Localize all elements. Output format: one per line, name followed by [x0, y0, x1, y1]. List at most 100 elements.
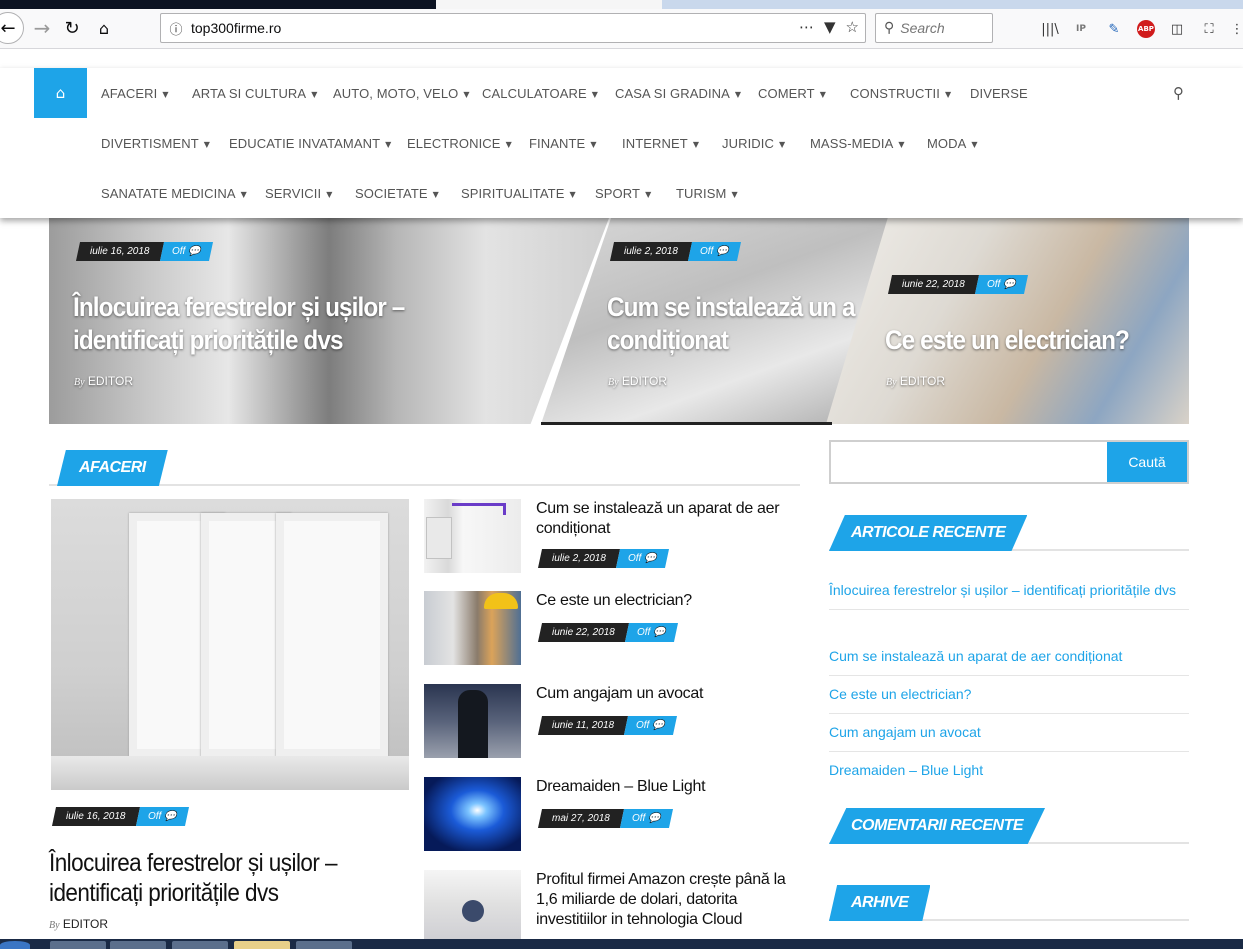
nav-item[interactable]: SPIRITUALITATE ▼: [461, 186, 576, 201]
featured-title[interactable]: Înlocuirea ferestrelor și ușilor – identi…: [49, 848, 338, 908]
taskbar-app[interactable]: [50, 941, 106, 949]
hero-title[interactable]: Cum se instalează un a condiționat: [607, 291, 859, 357]
comments-badge[interactable]: Off 💬: [624, 716, 677, 735]
sidebar-toggle-icon[interactable]: ◫: [1166, 18, 1188, 40]
nav-item[interactable]: AUTO, MOTO, VELO ▼: [333, 86, 470, 101]
section-header: AFACERI: [49, 450, 800, 486]
byline: By EDITOR: [49, 917, 109, 931]
hero-slide-3[interactable]: [826, 218, 1189, 424]
sidebar-search-input[interactable]: [831, 442, 1107, 482]
search-bar[interactable]: ⚲: [875, 13, 993, 43]
author[interactable]: EDITOR: [88, 374, 133, 388]
nav-item[interactable]: DIVERTISMENT ▼: [101, 136, 210, 151]
nav-item[interactable]: CONSTRUCTII ▼: [850, 86, 951, 101]
recent-post-link[interactable]: Ce este un electrician?: [829, 680, 1189, 714]
thumbnail[interactable]: [424, 777, 521, 851]
start-button[interactable]: [0, 941, 30, 949]
inactive-tab[interactable]: [662, 0, 1243, 9]
comments-badge[interactable]: Off 💬: [135, 807, 189, 826]
ip-addon-icon[interactable]: IP: [1070, 18, 1092, 40]
post-title[interactable]: Cum angajam un avocat: [536, 684, 796, 704]
addon-icon[interactable]: ✎: [1103, 18, 1125, 40]
author[interactable]: EDITOR: [900, 374, 945, 388]
nav-item[interactable]: COMERT ▼: [758, 86, 826, 101]
recent-post-link[interactable]: Dreamaiden – Blue Light: [829, 756, 1189, 789]
nav-item[interactable]: CASA SI GRADINA ▼: [615, 86, 741, 101]
url-bar[interactable]: ⓘ top300firme.ro ⋯ ▼ ☆: [160, 13, 866, 43]
forward-icon[interactable]: →: [28, 13, 56, 43]
nav-item[interactable]: INTERNET ▼: [622, 136, 699, 151]
nav-item[interactable]: ARTA SI CULTURA ▼: [192, 86, 317, 101]
taskbar-app[interactable]: [296, 941, 352, 949]
author[interactable]: EDITOR: [622, 374, 667, 388]
list-item: Cum angajam un avocat iunie 11, 2018 Off…: [424, 684, 804, 764]
nav-item[interactable]: SANATATE MEDICINA ▼: [101, 186, 247, 201]
comments-badge[interactable]: Off 💬: [619, 809, 673, 828]
home-icon[interactable]: ⌂: [90, 13, 118, 43]
thumbnail[interactable]: [424, 870, 521, 939]
hero-title[interactable]: Ce este un electrician?: [885, 324, 1155, 357]
nav-item[interactable]: MASS-MEDIA ▼: [810, 136, 905, 151]
nav-item[interactable]: FINANTE ▼: [529, 136, 597, 151]
comments-badge[interactable]: Off 💬: [624, 623, 678, 642]
page-actions-icon[interactable]: ⋯: [799, 18, 814, 36]
active-tab[interactable]: [436, 0, 662, 9]
post-title[interactable]: Dreamaiden – Blue Light: [536, 777, 796, 797]
nav-item[interactable]: SERVICII ▼: [265, 186, 332, 201]
post-date: iunie 22, 2018: [887, 275, 979, 294]
nav-item[interactable]: DIVERSE: [970, 86, 1028, 101]
recent-post-link[interactable]: Cum se instalează un aparat de aer condi…: [829, 642, 1189, 676]
home-nav-button[interactable]: ⌂: [34, 68, 87, 118]
comments-badge[interactable]: Off 💬: [687, 242, 741, 261]
taskbar-app[interactable]: [172, 941, 228, 949]
nav-item[interactable]: TURISM ▼: [676, 186, 738, 201]
section-title[interactable]: AFACERI: [57, 450, 168, 486]
thumbnail[interactable]: [424, 591, 521, 665]
post-title[interactable]: Profitul firmei Amazon crește până la 1,…: [536, 870, 796, 930]
menu-icon[interactable]: ⋮: [1226, 18, 1243, 40]
comments-badge[interactable]: Off 💬: [615, 549, 669, 568]
crop-icon[interactable]: ⛶: [1198, 18, 1220, 40]
library-icon[interactable]: |||\: [1039, 18, 1061, 40]
post-date: iulie 16, 2018: [75, 242, 164, 261]
taskbar-app[interactable]: [234, 941, 290, 949]
nav-item[interactable]: JURIDIC ▼: [722, 136, 785, 151]
pocket-icon[interactable]: ▼: [824, 18, 836, 36]
section-rule: [49, 484, 800, 486]
post-title[interactable]: Cum se instalează un aparat de aer condi…: [536, 499, 796, 539]
site-search-icon[interactable]: ⚲: [1173, 84, 1184, 102]
nav-item[interactable]: MODA ▼: [927, 136, 978, 151]
site-info-icon[interactable]: ⓘ: [161, 19, 191, 38]
post-title[interactable]: Ce este un electrician?: [536, 591, 796, 611]
reload-icon[interactable]: ↻: [58, 13, 86, 43]
caret-down-icon: ▼: [944, 90, 952, 100]
back-icon[interactable]: ←: [0, 12, 24, 44]
nav-item[interactable]: CALCULATOARE ▼: [482, 86, 598, 101]
recent-post-link[interactable]: Înlocuirea ferestrelor și ușilor – ident…: [829, 576, 1189, 610]
nav-label: MODA: [927, 136, 967, 151]
slide-indicator: [541, 422, 832, 425]
thumbnail[interactable]: [424, 684, 521, 758]
post-meta: iunie 22, 2018 Off 💬: [887, 275, 1028, 294]
nav-item[interactable]: ELECTRONICE ▼: [407, 136, 512, 151]
byline: By EDITOR: [608, 374, 668, 388]
recent-post-link[interactable]: Cum angajam un avocat: [829, 718, 1189, 752]
thumbnail[interactable]: [424, 499, 521, 573]
comments-badge[interactable]: Off 💬: [974, 275, 1028, 294]
search-input[interactable]: [900, 20, 981, 36]
nav-item[interactable]: SPORT ▼: [595, 186, 651, 201]
taskbar-app[interactable]: [110, 941, 166, 949]
widget-header: COMENTARII RECENTE: [829, 808, 1189, 844]
bookmark-star-icon[interactable]: ☆: [846, 18, 859, 36]
adblock-icon[interactable]: ABP: [1137, 20, 1155, 38]
nav-item[interactable]: SOCIETATE ▼: [355, 186, 439, 201]
author[interactable]: EDITOR: [63, 917, 108, 931]
nav-item[interactable]: AFACERI ▼: [101, 86, 169, 101]
featured-image[interactable]: [51, 499, 409, 790]
hero-title[interactable]: Înlocuirea ferestrelor și ușilor – identi…: [73, 291, 541, 357]
sidebar-search-button[interactable]: Caută: [1107, 442, 1187, 482]
nav-item[interactable]: EDUCATIE INVATAMANT ▼: [229, 136, 391, 151]
ac-pipe: [452, 503, 506, 515]
comments-badge[interactable]: Off 💬: [159, 242, 213, 261]
site-navigation: ⌂ AFACERI ▼ ARTA SI CULTURA ▼ AUTO, MOTO, …: [0, 68, 1243, 218]
